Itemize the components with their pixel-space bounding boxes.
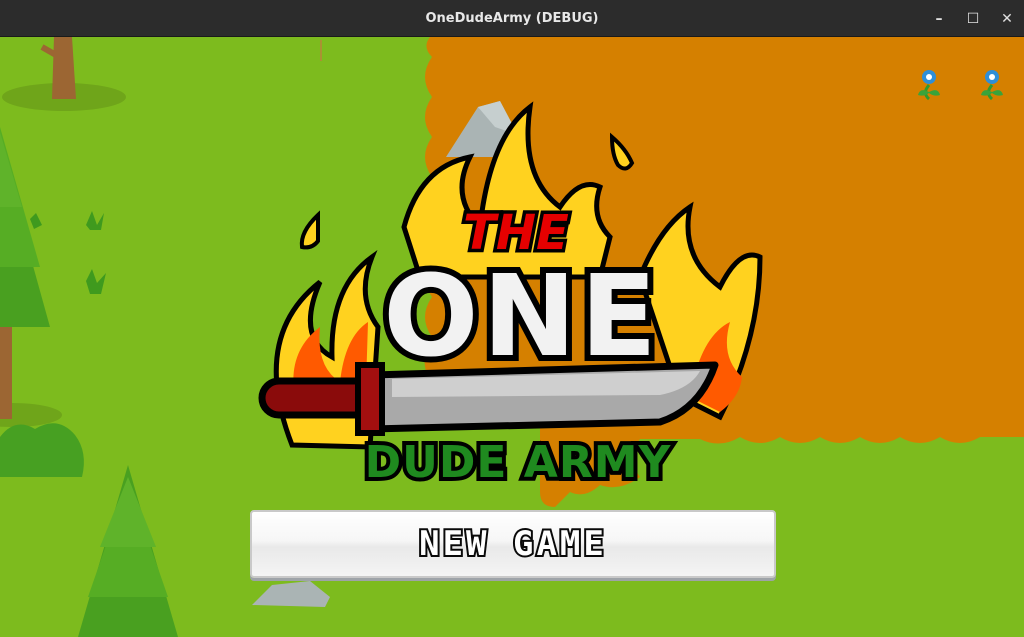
window-controls: – ☐ ✕ xyxy=(922,0,1024,37)
close-icon: ✕ xyxy=(1001,10,1013,27)
maximize-icon: ☐ xyxy=(966,10,980,27)
new-game-label: NEW GAME xyxy=(417,522,607,566)
game-viewport[interactable]: THE ONE DUDE ARMY NEW GAME xyxy=(0,37,1024,637)
logo-title-one: ONE xyxy=(383,252,660,382)
minimize-button[interactable]: – xyxy=(922,0,956,37)
window-titlebar[interactable]: OneDudeArmy (DEBUG) – ☐ ✕ xyxy=(0,0,1024,37)
minimize-icon: – xyxy=(935,10,943,27)
window-title: OneDudeArmy (DEBUG) xyxy=(425,10,599,26)
maximize-button[interactable]: ☐ xyxy=(956,0,990,37)
bush xyxy=(0,423,84,477)
logo-title-dude-army: DUDE ARMY xyxy=(365,437,672,488)
new-game-button[interactable]: NEW GAME xyxy=(250,510,776,578)
close-button[interactable]: ✕ xyxy=(990,0,1024,37)
